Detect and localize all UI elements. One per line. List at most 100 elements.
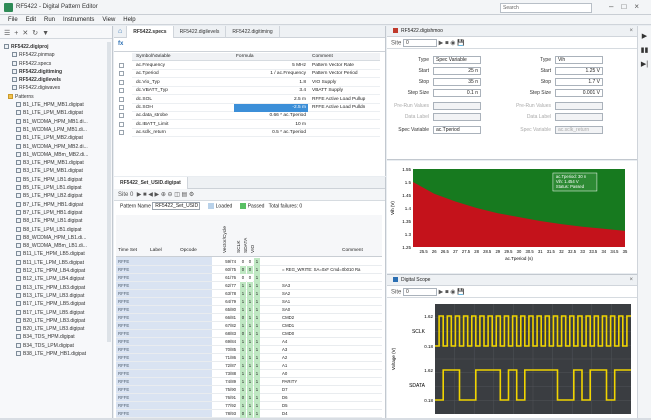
vector-pin-state[interactable]: 0 <box>247 266 253 274</box>
tree-pattern[interactable]: B34_TDS_LPM.digipat <box>0 342 112 350</box>
shmoo-toolbar[interactable]: Site 0 ▶ ■ ◉ 💾 <box>387 37 637 49</box>
spec-row[interactable]: dc.VBATT_Typ 3.4 VBATT Supply <box>119 87 380 96</box>
tree-pattern[interactable]: B7_LTE_HPM_HB1.digipat <box>0 201 112 209</box>
vector-pin-state[interactable]: 1 <box>240 402 246 410</box>
tree-pattern[interactable]: B8_LTE_HPM_LB1.digipat <box>0 217 112 225</box>
spec-row[interactable]: dc.Vio_Typ 1.8 VIO Supply <box>119 79 380 87</box>
type-field[interactable]: Vih <box>555 56 603 64</box>
type-field[interactable]: Spec Variable <box>433 56 481 64</box>
start-field[interactable]: 25 n <box>433 67 481 75</box>
vector-row[interactable]: RFFE 70/85 1 1 1 A3 <box>116 346 382 354</box>
vector-row[interactable]: RFFE 64/79 1 1 1 SA1 <box>116 298 382 306</box>
tree-pattern[interactable]: B1_WCDMA_HPM_MB2.di... <box>0 143 112 151</box>
vector-pin-state[interactable]: 0 <box>247 258 253 266</box>
vector-pin-state[interactable]: 1 <box>254 338 260 346</box>
vector-pin-state[interactable]: 1 <box>254 322 260 330</box>
vector-pin-state[interactable]: 1 <box>240 306 246 314</box>
vector-pin-state[interactable]: 1 <box>254 410 260 418</box>
stop-field[interactable]: 35 n <box>433 78 481 86</box>
tree-pattern[interactable]: B1_LTE_LPM_MB2.digipat <box>0 134 112 142</box>
pattern-toolbar[interactable]: Site 0 ▶ ■ ◀ ▶ ⊕ ⊖ ◫ ▤ ⚙ <box>114 189 385 201</box>
run-icon[interactable]: ▶ <box>638 32 651 40</box>
vector-pin-state[interactable]: 1 <box>247 322 253 330</box>
tree-pattern[interactable]: B8_LTE_LPM_LB1.digipat <box>0 226 112 234</box>
spec-row[interactable]: dc.SOL 2.5 m RFFE Active Load Pullup <box>119 96 380 104</box>
spec-formula[interactable]: 5 MHz <box>234 62 308 70</box>
vector-row[interactable]: RFFE 78/93 0 1 1 D4 <box>116 410 382 418</box>
tree-file[interactable]: RF5422.digitiming <box>0 68 112 76</box>
tree-pattern[interactable]: B13_LTE_HPM_LB3.digipat <box>0 284 112 292</box>
vector-pin-state[interactable]: 1 <box>247 330 253 338</box>
spec-formula[interactable]: 0.66 * ac.Tperiod <box>234 112 308 120</box>
tree-pattern[interactable]: B1_WCDMA_LPM_MB1.di... <box>0 126 112 134</box>
step-field[interactable]: 0.001 V <box>555 89 603 97</box>
home-icon[interactable]: ⌂ <box>114 26 128 38</box>
tree-pattern[interactable]: B17_LTE_HPM_LB5.digipat <box>0 300 112 308</box>
spec-row-checkbox[interactable] <box>119 105 124 110</box>
vector-row[interactable]: RFFE 68/83 0 1 1 CMD0 <box>116 330 382 338</box>
vector-pin-state[interactable]: 1 <box>254 402 260 410</box>
tree-pattern[interactable]: B5_LTE_LPM_LB1.digipat <box>0 184 112 192</box>
vector-row[interactable]: RFFE 65/80 1 1 1 SA0 <box>116 306 382 314</box>
spec-symbol[interactable]: dc.SOL <box>136 96 232 104</box>
vector-pin-state[interactable]: 1 <box>254 378 260 386</box>
spec-symbol[interactable]: dc.IBATT_Limit <box>136 121 232 129</box>
spec-symbol[interactable]: ac.Tperiod <box>136 70 232 78</box>
vector-row[interactable]: RFFE 66/81 0 1 1 CMD2 <box>116 314 382 322</box>
spec-formula[interactable]: 1.8 <box>234 79 308 87</box>
vector-pin-state[interactable]: 1 <box>240 290 246 298</box>
vector-pin-state[interactable]: 1 <box>254 330 260 338</box>
vector-row[interactable]: RFFE 76/91 0 1 1 D6 <box>116 394 382 402</box>
spec-formula[interactable]: 1 / ac.Frequency <box>234 70 308 78</box>
menu-file[interactable]: File <box>8 15 18 25</box>
vector-pin-state[interactable]: 0 <box>240 314 246 322</box>
stop-field[interactable]: 1.7 V <box>555 78 603 86</box>
explorer-scrollbar[interactable] <box>107 42 111 342</box>
vector-pin-state[interactable]: 1 <box>254 258 260 266</box>
spec-comment[interactable]: RFFE Active Load Pullup <box>312 96 380 104</box>
vector-row[interactable]: RFFE 62/77 1 1 1 SA3 <box>116 282 382 290</box>
tree-pattern[interactable]: B5_LTE_HPM_LB1.digipat <box>0 176 112 184</box>
data-field[interactable] <box>433 113 481 121</box>
vector-pin-state[interactable]: 1 <box>247 354 253 362</box>
vector-pin-state[interactable]: 1 <box>247 394 253 402</box>
tree-pattern[interactable]: B7_LTE_LPM_HB1.digipat <box>0 209 112 217</box>
spec-comment[interactable]: VIO Supply <box>312 79 380 87</box>
vector-pin-state[interactable]: 1 <box>247 314 253 322</box>
vector-pin-state[interactable]: 0 <box>240 266 246 274</box>
tree-pattern[interactable]: B20_LTE_HPM_LB3.digipat <box>0 317 112 325</box>
scope-site-select[interactable]: 0 <box>403 288 438 296</box>
vector-pin-state[interactable]: 1 <box>254 306 260 314</box>
vector-pin-state[interactable]: 1 <box>254 298 260 306</box>
vector-row[interactable]: RFFE 60/75 0 0 1 = REG_WRITE: SA=0xF Cmd=0b01… <box>116 266 382 274</box>
tab-rf5422-digilevels[interactable]: RF5422.digilevels <box>174 26 227 38</box>
spec-formula[interactable]: 0.5 * ac.Tperiod <box>234 129 308 137</box>
tab-pattern[interactable]: RF5422_Set_USID.digipat <box>114 177 188 189</box>
vector-pin-state[interactable]: 1 <box>247 282 253 290</box>
start-field[interactable]: 1.25 V <box>555 67 603 75</box>
vector-pin-state[interactable]: 1 <box>240 362 246 370</box>
vector-row[interactable]: RFFE 74/89 1 1 1 PARITY <box>116 378 382 386</box>
spec-row[interactable]: ac.Tperiod 1 / ac.Frequency Pattern Vector… <box>119 70 380 79</box>
pause-icon[interactable]: ▮▮ <box>638 46 651 54</box>
spec-comment[interactable]: Pattern Vector Period <box>312 70 380 78</box>
vector-pin-state[interactable]: 1 <box>247 306 253 314</box>
vector-pin-state[interactable]: 1 <box>240 282 246 290</box>
spec-row[interactable]: ac.sclk_return 0.5 * ac.Tperiod <box>119 129 380 138</box>
vector-pin-state[interactable]: 1 <box>240 354 246 362</box>
tree-pattern[interactable]: B3_LTE_HPM_MB1.digipat <box>0 159 112 167</box>
spec-symbol[interactable]: dc.Vio_Typ <box>136 79 232 87</box>
vector-pin-state[interactable]: 1 <box>240 346 246 354</box>
pre-field[interactable] <box>433 102 481 110</box>
menu-run[interactable]: Run <box>44 15 55 25</box>
vector-pin-state[interactable]: 1 <box>254 282 260 290</box>
tree-pattern[interactable]: B13_LTE_LPM_LB3.digipat <box>0 292 112 300</box>
tree-pattern[interactable]: B8_WCDMA_MBm_LB1.di... <box>0 242 112 250</box>
menu-help[interactable]: Help <box>123 15 135 25</box>
tab-rf5422-specs[interactable]: RF5422.specs <box>127 26 174 38</box>
tree-pattern[interactable]: B17_LTE_LPM_LB5.digipat <box>0 309 112 317</box>
vector-pin-state[interactable]: 1 <box>247 338 253 346</box>
vector-pin-state[interactable]: 1 <box>240 386 246 394</box>
vector-row[interactable]: RFFE 72/87 1 1 1 A1 <box>116 362 382 370</box>
spec-row-checkbox[interactable] <box>119 79 124 85</box>
